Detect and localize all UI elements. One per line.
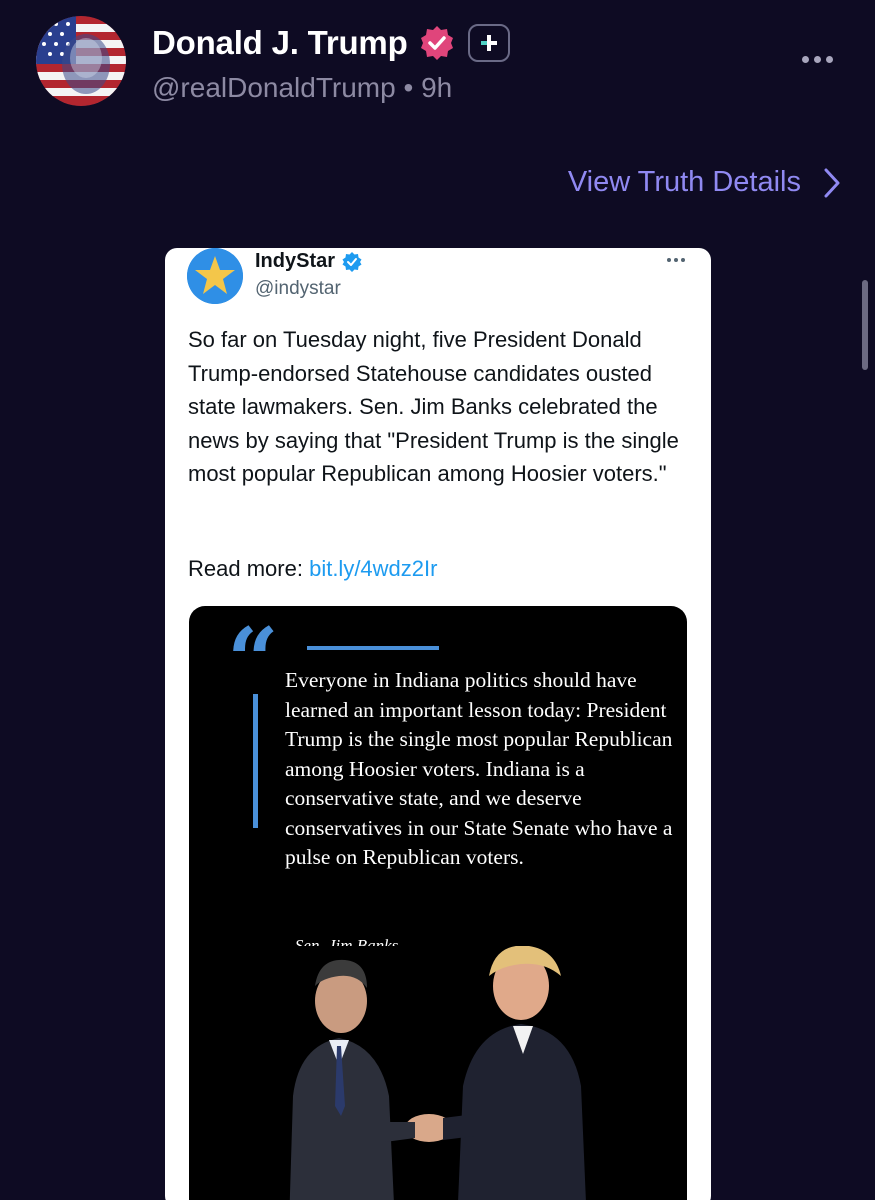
tweet-name-row: IndyStar — [255, 250, 363, 273]
view-truth-details-link[interactable]: View Truth Details — [568, 166, 841, 199]
handle-row: @realDonaldTrump • 9h — [152, 72, 452, 104]
tweet-link[interactable]: bit.ly/4wdz2Ir — [309, 556, 437, 581]
avatar[interactable] — [36, 16, 126, 106]
view-details-label: View Truth Details — [567, 166, 801, 198]
more-dots-icon[interactable] — [797, 44, 837, 74]
embedded-tweet-card[interactable]: IndyStar @indystar So far on Tuesday nig… — [165, 248, 711, 1200]
plus-badge-icon — [467, 24, 510, 62]
tweet-read-more: Read more: bit.ly/4wdz2Ir — [188, 556, 437, 582]
scrollbar[interactable] — [862, 280, 868, 370]
handle[interactable]: @realDonaldTrump — [152, 72, 396, 103]
tweet-author-name: IndyStar — [255, 250, 336, 272]
quote-divider — [307, 646, 439, 650]
tweet-more-dots-icon — [667, 258, 685, 262]
handshake-photo — [189, 946, 687, 1200]
tweet-body: So far on Tuesday night, five President … — [188, 327, 679, 486]
chevron-right-icon — [824, 168, 840, 197]
read-more-label: Read more: — [188, 556, 303, 581]
display-name[interactable]: Donald J. Trump — [152, 24, 408, 62]
quote-mark-icon: “ — [227, 608, 279, 714]
time-ago: 9h — [421, 72, 453, 103]
separator: • — [403, 72, 414, 103]
post-header: Donald J. Trump @realDonaldTrump • 9h — [0, 0, 875, 120]
tweet-handle: @indystar — [255, 278, 341, 299]
name-row: Donald J. Trump — [152, 24, 510, 62]
quote-text: Everyone in Indiana politics should have… — [285, 668, 673, 869]
tweet-avatar — [187, 248, 243, 304]
blue-check-icon — [342, 251, 362, 272]
quote-side-bar — [253, 694, 258, 828]
verified-badge-icon — [418, 24, 456, 62]
quote-image: “ Everyone in Indiana politics should ha… — [189, 606, 687, 1200]
